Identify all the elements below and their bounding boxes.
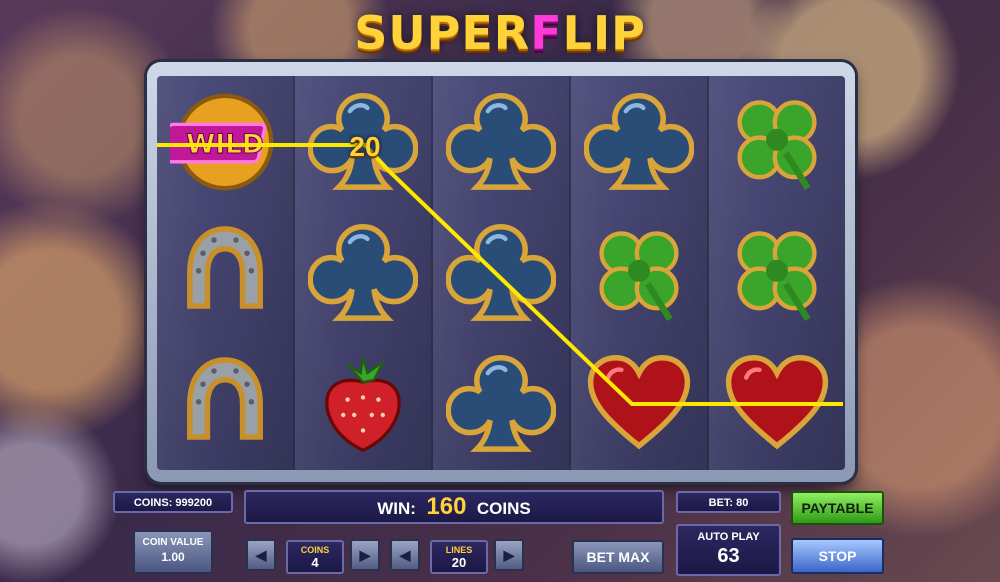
lines-increase-button[interactable]: ▶ xyxy=(494,539,524,571)
wild-icon: WILD xyxy=(157,76,293,207)
coin-value-button[interactable]: COIN VALUE 1.00 xyxy=(133,530,213,574)
bet-display: BET: 80 xyxy=(676,491,781,513)
horseshoe-icon xyxy=(157,207,293,338)
lines-decrease-button[interactable]: ◀ xyxy=(390,539,420,571)
coins-balance: COINS: 999200 xyxy=(113,491,233,513)
strawberry-icon xyxy=(295,338,431,469)
club-icon xyxy=(295,207,431,338)
reel-3 xyxy=(433,76,571,470)
lines-selector: LINES 20 xyxy=(430,540,488,574)
svg-text:WILD: WILD xyxy=(186,129,264,160)
club-icon xyxy=(571,76,707,207)
horseshoe-icon xyxy=(157,338,293,469)
payline-win-badge: 20 xyxy=(349,131,381,162)
reel-5 xyxy=(709,76,845,470)
reel-area: WILD xyxy=(157,76,845,470)
club-icon xyxy=(433,207,569,338)
paytable-button[interactable]: PAYTABLE xyxy=(791,491,884,525)
reel-4 xyxy=(571,76,709,470)
auto-play-button[interactable]: AUTO PLAY 63 xyxy=(676,524,781,576)
heart-icon xyxy=(709,338,845,469)
chevron-left-icon: ◀ xyxy=(255,546,267,563)
club-icon xyxy=(433,338,569,469)
clover-icon xyxy=(709,207,845,338)
game-logo: SUPERFLIP xyxy=(354,6,646,60)
stop-button[interactable]: STOP xyxy=(791,538,884,574)
win-display: WIN: 160 COINS xyxy=(244,490,664,524)
bet-max-button[interactable]: BET MAX xyxy=(572,540,664,574)
chevron-left-icon: ◀ xyxy=(399,546,411,563)
reel-1: WILD xyxy=(157,76,295,470)
heart-icon xyxy=(571,338,707,469)
coins-increase-button[interactable]: ▶ xyxy=(350,539,380,571)
chevron-right-icon: ▶ xyxy=(503,546,515,563)
clover-icon xyxy=(571,207,707,338)
coins-decrease-button[interactable]: ◀ xyxy=(246,539,276,571)
clover-icon xyxy=(709,76,845,207)
chevron-right-icon: ▶ xyxy=(359,546,371,563)
coins-selector: COINS 4 xyxy=(286,540,344,574)
club-icon xyxy=(433,76,569,207)
